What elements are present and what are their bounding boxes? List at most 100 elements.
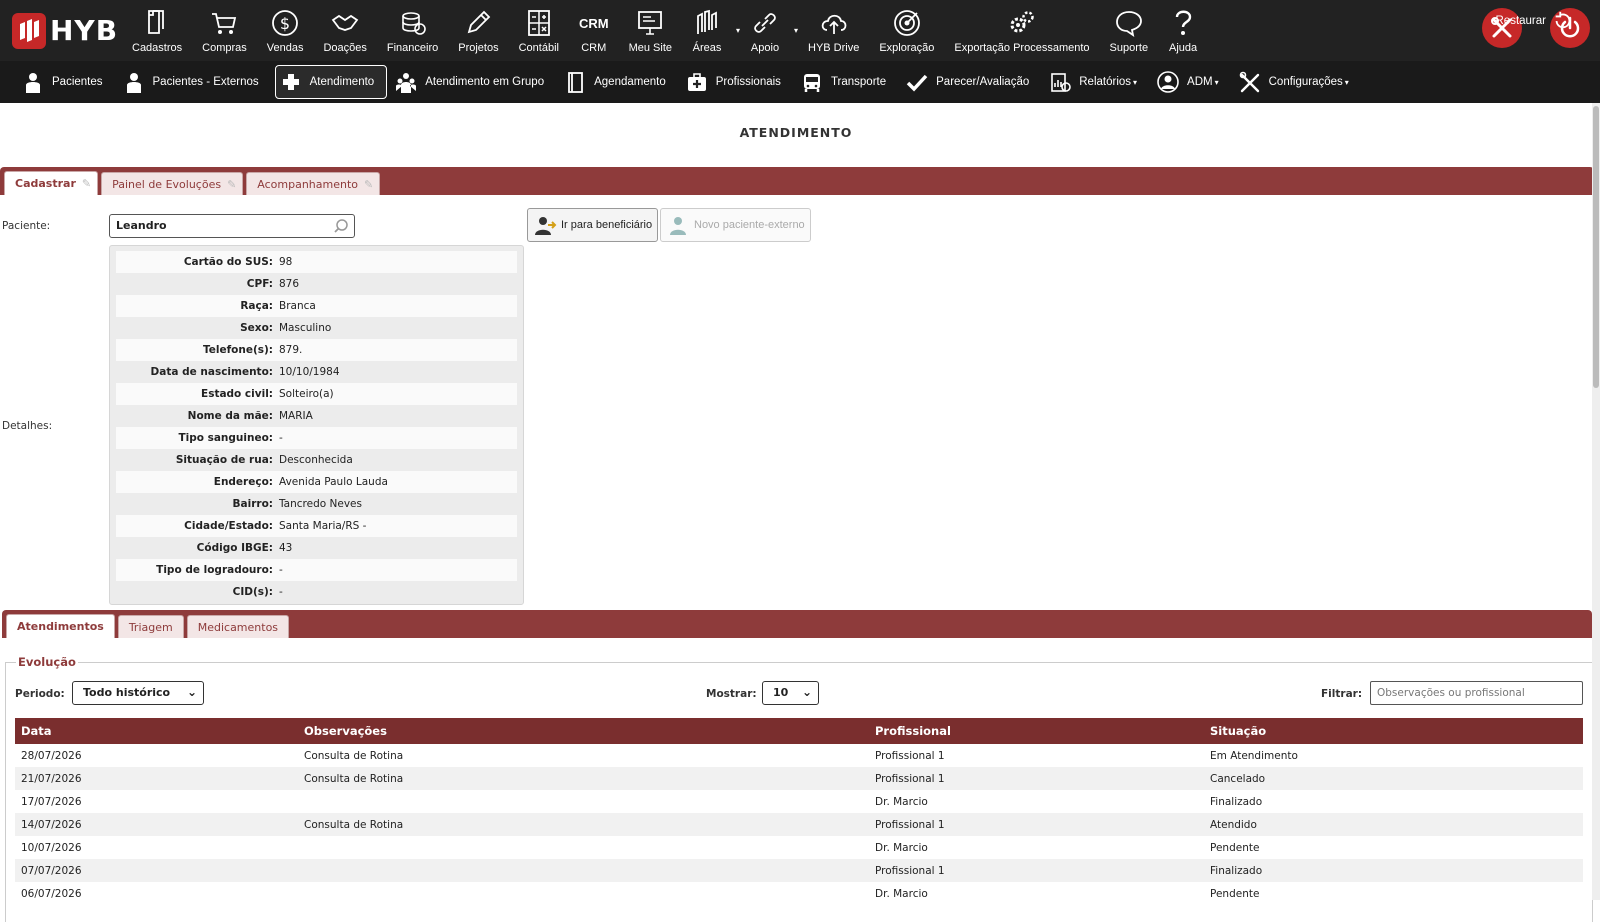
topmenu-item-vendas[interactable]: $ Vendas <box>257 0 314 61</box>
tab-medicamentos[interactable]: Medicamentos <box>186 615 290 638</box>
topmenu-item--reas[interactable]: Áreas ▾ <box>682 0 740 61</box>
patient-details-panel: Cartão do SUS: 98 CPF: 876 Raça: Branca Sexo: M… <box>109 245 524 605</box>
topmenu-item-suporte[interactable]: Suporte <box>1100 0 1159 61</box>
search-icon[interactable] <box>333 218 349 234</box>
detail-value: Avenida Paulo Lauda <box>279 476 388 488</box>
page-title: ATENDIMENTO <box>739 125 853 140</box>
detail-value: 879. <box>279 344 303 356</box>
nav-item-pacientes-externos[interactable]: Pacientes - Externos <box>119 65 271 99</box>
detail-value: 43 <box>279 542 293 554</box>
top-menu: Cadastros Compras $ Vendas Doações Financeiro… <box>122 0 1208 61</box>
show-label: Mostrar: <box>706 688 757 700</box>
topmenu-label: Meu Site <box>628 42 672 54</box>
nav-item-atendimento[interactable]: Atendimento <box>274 65 388 99</box>
nav-item-relat-rios[interactable]: Relatórios ▾ <box>1045 65 1149 99</box>
restore-button[interactable]: Restaurar <box>1496 0 1575 42</box>
col-data-header[interactable]: Data <box>15 718 298 744</box>
detail-value: 10/10/1984 <box>279 366 340 378</box>
tab-acompanhamento[interactable]: Acompanhamento ✎ <box>246 172 381 195</box>
table-cell: Profissional 1 <box>869 859 1204 882</box>
detail-row: Data de nascimento: 10/10/1984 <box>116 361 517 383</box>
detail-value: Solteiro(a) <box>279 388 334 400</box>
chat-icon <box>1115 11 1142 37</box>
areas-icon <box>697 9 717 34</box>
goto-beneficiary-button[interactable]: Ir para beneficiário <box>527 208 659 242</box>
topmenu-item-exporta-o-processamento[interactable]: Exportação Processamento <box>944 0 1099 61</box>
topmenu-item-crm[interactable]: CRM CRM <box>569 0 619 61</box>
table-cell: 17/07/2026 <box>21 795 82 808</box>
table-row[interactable]: 07/07/2026 Profissional 1 Finalizado <box>15 859 1583 882</box>
restore-label: Restaurar <box>1495 15 1547 27</box>
table-row[interactable]: 10/07/2026 Dr. Marcio Pendente <box>15 836 1583 859</box>
detail-value: Santa Maria/RS - <box>279 520 367 532</box>
table-cell: Finalizado <box>1210 795 1263 808</box>
table-row[interactable]: 14/07/2026 Consulta de Rotina Profissional… <box>15 813 1583 836</box>
table-cell: Finalizado <box>1204 859 1583 882</box>
topmenu-item-cadastros[interactable]: Cadastros <box>122 0 192 61</box>
nav-label: Configurações <box>1268 76 1343 88</box>
topmenu-item-compras[interactable]: Compras <box>192 0 257 61</box>
topmenu-label: Ajuda <box>1168 42 1198 54</box>
topmenu-item-projetos[interactable]: Projetos <box>448 0 508 61</box>
col-situacao-header[interactable]: Situação <box>1204 718 1583 744</box>
top-menu-bar: HYB Cadastros Compras $ Vendas Doações Financ… <box>0 0 1600 61</box>
patient-value: Leandro <box>116 219 167 232</box>
detail-row: Nome da mãe: MARIA <box>116 405 517 427</box>
topmenu-label: Cadastros <box>132 42 183 54</box>
table-row[interactable]: 28/07/2026 Consulta de Rotina Profissional… <box>15 744 1583 767</box>
table-cell: Consulta de Rotina <box>304 749 404 762</box>
check-icon <box>906 74 928 92</box>
nav-item-profissionais[interactable]: Profissionais <box>682 65 793 99</box>
form-tab-bar: Cadastrar ✎ Painel de Evoluções ✎ Acompanh… <box>0 167 1594 195</box>
detail-value: 876 <box>279 278 300 290</box>
filter-input[interactable]: Observações ou profissional <box>1370 681 1583 705</box>
tab-label: Medicamentos <box>197 620 279 634</box>
patient-search-input[interactable]: Leandro <box>109 214 355 238</box>
evolucao-legend: Evolução <box>16 655 78 669</box>
topmenu-label: HYB Drive <box>808 42 860 54</box>
page-size-select[interactable]: 10 ⌄ <box>762 681 819 705</box>
new-external-patient-button[interactable]: Novo paciente-externo <box>660 208 811 242</box>
topmenu-label: Exploração <box>879 42 935 54</box>
tab-label: Cadastrar <box>15 177 76 190</box>
detail-row: Situação de rua: Desconhecida <box>116 449 517 471</box>
nav-item-atendimento-em-grupo[interactable]: Atendimento em Grupo <box>391 65 556 99</box>
tab-painel-evolucoes[interactable]: Painel de Evoluções ✎ <box>101 172 244 195</box>
tab-label: Triagem <box>128 620 173 634</box>
table-cell <box>298 836 869 859</box>
topmenu-item-financeiro[interactable]: Financeiro <box>377 0 448 61</box>
period-select[interactable]: Todo histórico ⌄ <box>72 681 204 705</box>
nav-item-configura-es[interactable]: Configurações ▾ <box>1235 65 1361 99</box>
table-row[interactable]: 21/07/2026 Consulta de Rotina Profissional… <box>15 767 1583 790</box>
details-label: Detalhes: <box>2 420 53 432</box>
nav-item-parecer-avalia-o[interactable]: Parecer/Avaliação <box>902 65 1041 99</box>
topmenu-item-meu-site[interactable]: Meu Site <box>619 0 682 61</box>
app-logo[interactable]: HYB <box>0 0 122 61</box>
scrollbar-thumb[interactable] <box>1593 106 1599 388</box>
medkit-icon <box>687 73 706 91</box>
table-row[interactable]: 17/07/2026 Dr. Marcio Finalizado <box>15 790 1583 813</box>
tab-triagem[interactable]: Triagem <box>117 615 184 638</box>
topmenu-item-apoio[interactable]: Apoio ▾ <box>740 0 798 61</box>
detail-row: CPF: 876 <box>116 273 517 295</box>
user-circle-icon <box>1157 71 1179 93</box>
table-row[interactable]: 06/07/2026 Dr. Marcio Pendente <box>15 882 1583 905</box>
topmenu-label: Suporte <box>1109 42 1149 54</box>
topmenu-item-hyb-drive[interactable]: HYB Drive <box>798 0 869 61</box>
nav-item-adm[interactable]: ADM ▾ <box>1153 65 1231 99</box>
topmenu-item-explora-o[interactable]: Exploração <box>869 0 944 61</box>
topmenu-item-doa-es[interactable]: Doações <box>313 0 376 61</box>
nav-item-transporte[interactable]: Transporte <box>797 65 898 99</box>
module-nav-bar: Pacientes Pacientes - Externos Atendimento… <box>0 61 1600 103</box>
col-profissional-header[interactable]: Profissional <box>869 718 1204 744</box>
topmenu-item-ajuda[interactable]: Ajuda <box>1158 0 1208 61</box>
detail-row: CID(s): - <box>116 581 517 603</box>
tab-atendimentos[interactable]: Atendimentos <box>6 614 115 638</box>
tab-cadastrar[interactable]: Cadastrar ✎ <box>4 171 99 195</box>
nav-item-agendamento[interactable]: Agendamento <box>560 65 678 99</box>
topmenu-item-cont-bil[interactable]: Contábil <box>509 0 569 61</box>
detail-key: CPF: <box>246 278 273 290</box>
chevron-down-icon: ⌄ <box>801 685 812 699</box>
nav-item-pacientes[interactable]: Pacientes <box>18 65 115 99</box>
col-observacoes-header[interactable]: Observações <box>298 718 869 744</box>
